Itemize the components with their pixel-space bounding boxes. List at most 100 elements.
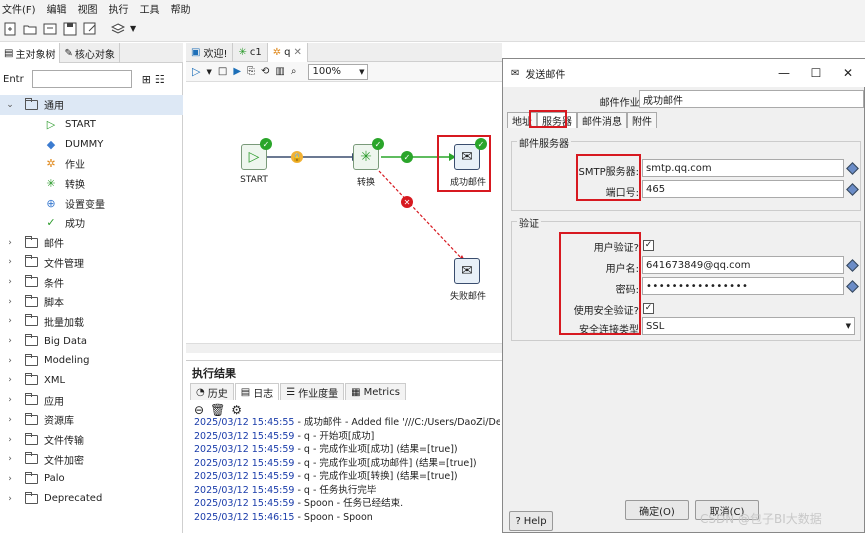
tree-item-success[interactable]: ✓ 成功: [0, 213, 183, 233]
tab-c1[interactable]: ✳ c1: [233, 43, 268, 62]
log-line: 2025/03/12 15:46:15 - Spoon - Spoon: [194, 511, 500, 525]
menu-file[interactable]: 文件(F): [2, 1, 36, 16]
user-auth-checkbox[interactable]: ✓: [643, 240, 654, 251]
caret-right-icon[interactable]: ›: [5, 375, 15, 385]
caret-right-icon[interactable]: ›: [5, 395, 15, 405]
tree-item-transform[interactable]: ✳ 转换: [0, 174, 183, 194]
tab-job-metrics[interactable]: ☰ 作业度量: [280, 383, 345, 400]
close-icon[interactable]: ✕: [832, 66, 864, 80]
tree-folder[interactable]: › 批量加载: [0, 312, 183, 332]
tree-folder[interactable]: › 脚本: [0, 292, 183, 312]
caret-right-icon[interactable]: ›: [5, 494, 15, 504]
caret-right-icon[interactable]: ›: [5, 415, 15, 425]
tab-attachments[interactable]: 附件: [627, 112, 657, 128]
expand-tree-icon[interactable]: ☷: [155, 73, 165, 86]
menu-view[interactable]: 视图: [78, 1, 98, 16]
tree-folder[interactable]: › Palo: [0, 469, 183, 489]
log-line: 2025/03/12 15:45:59 - q - 完成作业项[转换] (结果=…: [194, 470, 500, 484]
tree-folder[interactable]: › XML: [0, 371, 183, 391]
search-icon[interactable]: ⌕: [291, 66, 297, 77]
chevron-down-icon[interactable]: ▼: [130, 24, 136, 33]
layers-icon[interactable]: [110, 21, 126, 37]
replay-icon[interactable]: ⟲: [261, 66, 269, 77]
tree-folder[interactable]: › 邮件: [0, 233, 183, 253]
caret-right-icon[interactable]: ›: [5, 336, 15, 346]
run-icon[interactable]: ▷: [192, 65, 200, 78]
tree-folder-general[interactable]: ⌄ 通用: [0, 95, 183, 115]
tree-folder[interactable]: › 文件加密: [0, 449, 183, 469]
send-mail-dialog: ✉ 发送邮件 — ☐ ✕ 邮件作业名称: 成功邮件 地址 服务器 邮件消息 附件…: [502, 58, 865, 533]
menu-edit[interactable]: 编辑: [47, 1, 67, 16]
tab-q[interactable]: ✲ q ✕: [267, 43, 308, 62]
clear-icon[interactable]: ⊖: [194, 403, 204, 417]
tree-folder[interactable]: › 条件: [0, 272, 183, 292]
menu-tools[interactable]: 工具: [140, 1, 160, 16]
tree-item-start[interactable]: ▷ START: [0, 115, 183, 135]
explore-icon[interactable]: [42, 21, 58, 37]
collapse-tree-icon[interactable]: ⊞: [142, 73, 151, 86]
gear-icon[interactable]: ⚙: [231, 403, 242, 417]
help-button[interactable]: ? Help: [509, 511, 553, 531]
delete-icon[interactable]: 🗑: [210, 403, 225, 417]
tree-item-set-variable[interactable]: ⊕ 设置变量: [0, 193, 183, 213]
log-view[interactable]: 2025/03/12 15:45:55 - 成功邮件 - Added file …: [194, 416, 500, 524]
horizontal-scrollbar[interactable]: [186, 343, 502, 353]
tab-core-objects[interactable]: ✎ 核心对象: [60, 43, 120, 63]
debug-icon[interactable]: ▶: [233, 66, 241, 77]
verify-icon[interactable]: ▥: [275, 66, 284, 77]
tree-folder[interactable]: › 资源库: [0, 410, 183, 430]
job-name-input[interactable]: 成功邮件: [639, 90, 864, 108]
caret-right-icon[interactable]: ›: [5, 257, 15, 267]
port-input[interactable]: 465: [642, 180, 844, 198]
menu-run[interactable]: 执行: [109, 1, 129, 16]
tree-folder[interactable]: › Big Data: [0, 331, 183, 351]
tree-item-dummy[interactable]: ◆ DUMMY: [0, 134, 183, 154]
minimize-icon[interactable]: —: [768, 66, 800, 80]
close-icon[interactable]: ✕: [293, 47, 301, 58]
tree-item-job[interactable]: ✲ 作业: [0, 154, 183, 174]
results-tabs: ◔ 历史 ▤ 日志 ☰ 作业度量 ▦ Metrics: [190, 383, 407, 400]
caret-right-icon[interactable]: ›: [5, 277, 15, 287]
left-pane: ▤ 主对象树 ✎ 核心对象 Entr ⊞ ☷ ⌄ 通用 ▷ START ◆ DU…: [0, 43, 183, 533]
caret-right-icon[interactable]: ›: [5, 297, 15, 307]
caret-right-icon[interactable]: ›: [5, 454, 15, 464]
ok-button[interactable]: 确定(O): [625, 500, 689, 520]
preview-icon[interactable]: ⎘: [247, 66, 255, 77]
tree-folder[interactable]: › Modeling: [0, 351, 183, 371]
tree-folder[interactable]: › Deprecated: [0, 489, 183, 509]
caret-right-icon[interactable]: ›: [5, 435, 15, 445]
password-input[interactable]: ••••••••••••••••: [642, 277, 844, 295]
tab-history[interactable]: ◔ 历史: [190, 383, 234, 400]
menu-help[interactable]: 帮助: [171, 1, 191, 16]
smtp-server-input[interactable]: smtp.qq.com: [642, 159, 844, 177]
caret-right-icon[interactable]: ›: [5, 238, 15, 248]
search-input[interactable]: [31, 70, 132, 88]
tree-folder[interactable]: › 应用: [0, 390, 183, 410]
secure-conn-select[interactable]: SSL ▼: [642, 317, 855, 335]
save-as-icon[interactable]: [82, 21, 98, 37]
username-input[interactable]: 641673849@qq.com: [642, 256, 844, 274]
open-folder-icon[interactable]: [22, 21, 38, 37]
tree-folder[interactable]: › 文件管理: [0, 253, 183, 273]
caret-down-icon[interactable]: ⌄: [5, 100, 15, 110]
caret-right-icon[interactable]: ›: [5, 316, 15, 326]
tab-metrics[interactable]: ▦ Metrics: [345, 383, 406, 400]
tree-folder[interactable]: › 文件传输: [0, 430, 183, 450]
save-icon[interactable]: [62, 21, 78, 37]
main-toolbar: ▼: [0, 16, 865, 42]
caret-right-icon[interactable]: ›: [5, 356, 15, 366]
tab-mail-message[interactable]: 邮件消息: [577, 112, 627, 128]
secure-auth-checkbox[interactable]: ✓: [643, 303, 654, 314]
tab-main-object-tree[interactable]: ▤ 主对象树: [0, 43, 61, 63]
tab-log[interactable]: ▤ 日志: [234, 383, 280, 400]
chevron-down-icon[interactable]: ▼: [206, 68, 211, 76]
stop-icon[interactable]: □: [218, 66, 227, 77]
maximize-icon[interactable]: ☐: [800, 66, 832, 80]
node-fail-mail[interactable]: ✉: [454, 258, 480, 284]
log-line: 2025/03/12 15:45:59 - q - 开始项[成功]: [194, 430, 500, 444]
job-canvas[interactable]: 🔒 ✓ ✕ ▷ ✓ START ✳ ✓ 转换 ✉ ✓ 成功邮件 ✉ 失败邮件: [186, 83, 502, 353]
caret-right-icon[interactable]: ›: [5, 474, 15, 484]
zoom-select[interactable]: 100% ▼: [308, 63, 369, 80]
new-file-icon[interactable]: [2, 21, 18, 37]
tab-welcome[interactable]: ▣ 欢迎!: [186, 43, 234, 62]
